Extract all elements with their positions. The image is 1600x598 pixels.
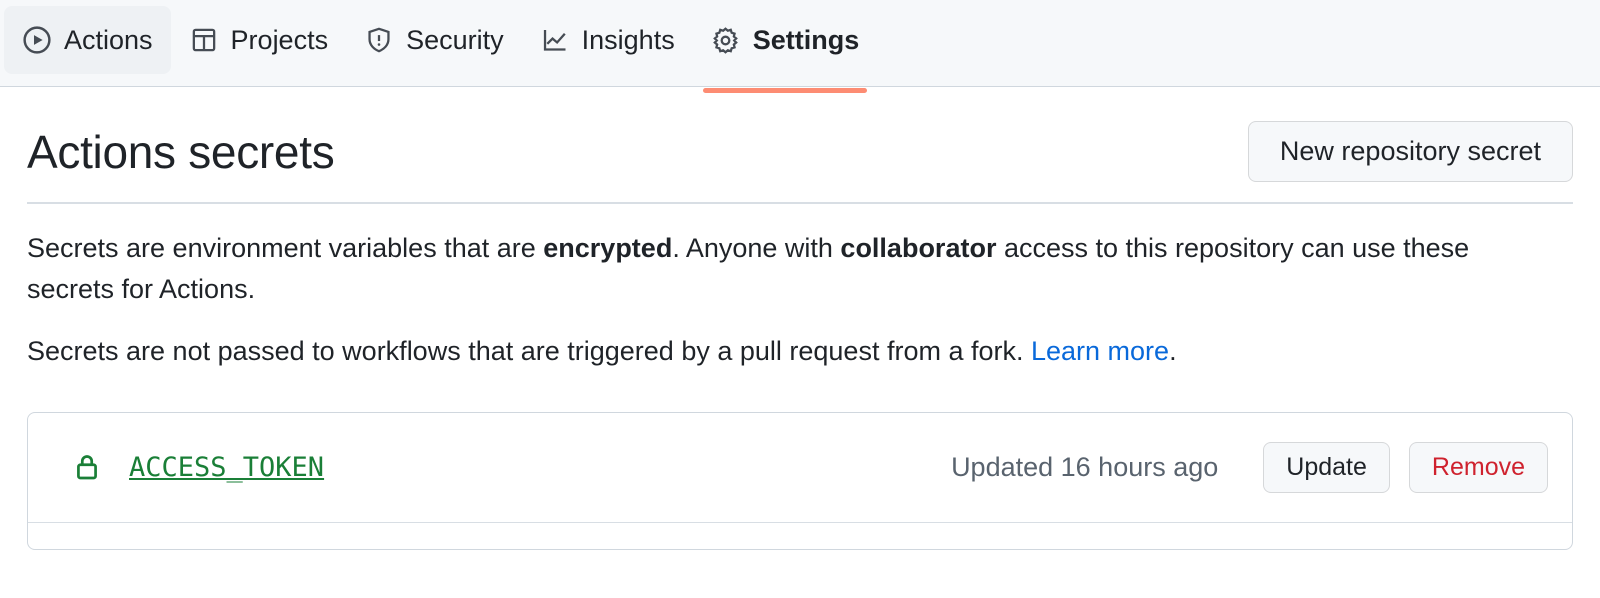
tab-security-label: Security — [406, 24, 504, 55]
tab-actions-label: Actions — [64, 24, 153, 55]
tab-actions[interactable]: Actions — [4, 6, 171, 74]
gear-icon — [711, 25, 741, 55]
tab-security[interactable]: Security — [346, 6, 522, 74]
shield-alert-icon — [364, 25, 394, 55]
page-title: Actions secrets — [27, 125, 335, 178]
description-text-1: Secrets are environment variables that a… — [27, 233, 544, 263]
tab-insights-label: Insights — [581, 24, 675, 55]
update-secret-button[interactable]: Update — [1263, 441, 1390, 493]
page-header: Actions secrets New repository secret — [27, 87, 1573, 204]
secrets-description-paragraph: Secrets are environment variables that a… — [27, 228, 1497, 309]
selected-tab-underline — [702, 88, 868, 93]
secret-name-link[interactable]: ACCESS_TOKEN — [129, 452, 324, 483]
description-text-2: . Anyone with — [672, 233, 841, 263]
fork-note-paragraph: Secrets are not passed to workflows that… — [27, 331, 1497, 372]
tab-projects-label: Projects — [230, 24, 329, 55]
repository-tab-navigation: Actions Projects Security Insights Setti… — [0, 0, 1600, 93]
tab-projects[interactable]: Projects — [171, 6, 347, 74]
table-row: ACCESS_TOKEN Updated 16 hours ago Update… — [28, 413, 1572, 523]
secret-updated-timestamp: Updated 16 hours ago — [951, 451, 1219, 482]
tab-insights[interactable]: Insights — [522, 6, 693, 74]
fork-note-period: . — [1169, 336, 1177, 366]
new-repository-secret-button[interactable]: New repository secret — [1247, 121, 1573, 182]
table-icon — [189, 25, 219, 55]
secrets-list: ACCESS_TOKEN Updated 16 hours ago Update… — [27, 411, 1573, 550]
settings-secrets-page: Actions secrets New repository secret Se… — [0, 87, 1600, 550]
lock-icon — [72, 450, 102, 484]
tab-settings[interactable]: Settings — [693, 6, 878, 93]
description-bold-encrypted: encrypted — [543, 233, 673, 263]
play-circle-icon — [22, 25, 52, 55]
fork-note-text: Secrets are not passed to workflows that… — [27, 336, 1031, 366]
graph-icon — [540, 25, 570, 55]
tab-settings-label: Settings — [752, 24, 860, 55]
description-bold-collaborator: collaborator — [840, 233, 997, 263]
remove-secret-button[interactable]: Remove — [1408, 441, 1548, 493]
learn-more-link[interactable]: Learn more — [1031, 336, 1169, 366]
table-row-partial — [28, 523, 1572, 549]
